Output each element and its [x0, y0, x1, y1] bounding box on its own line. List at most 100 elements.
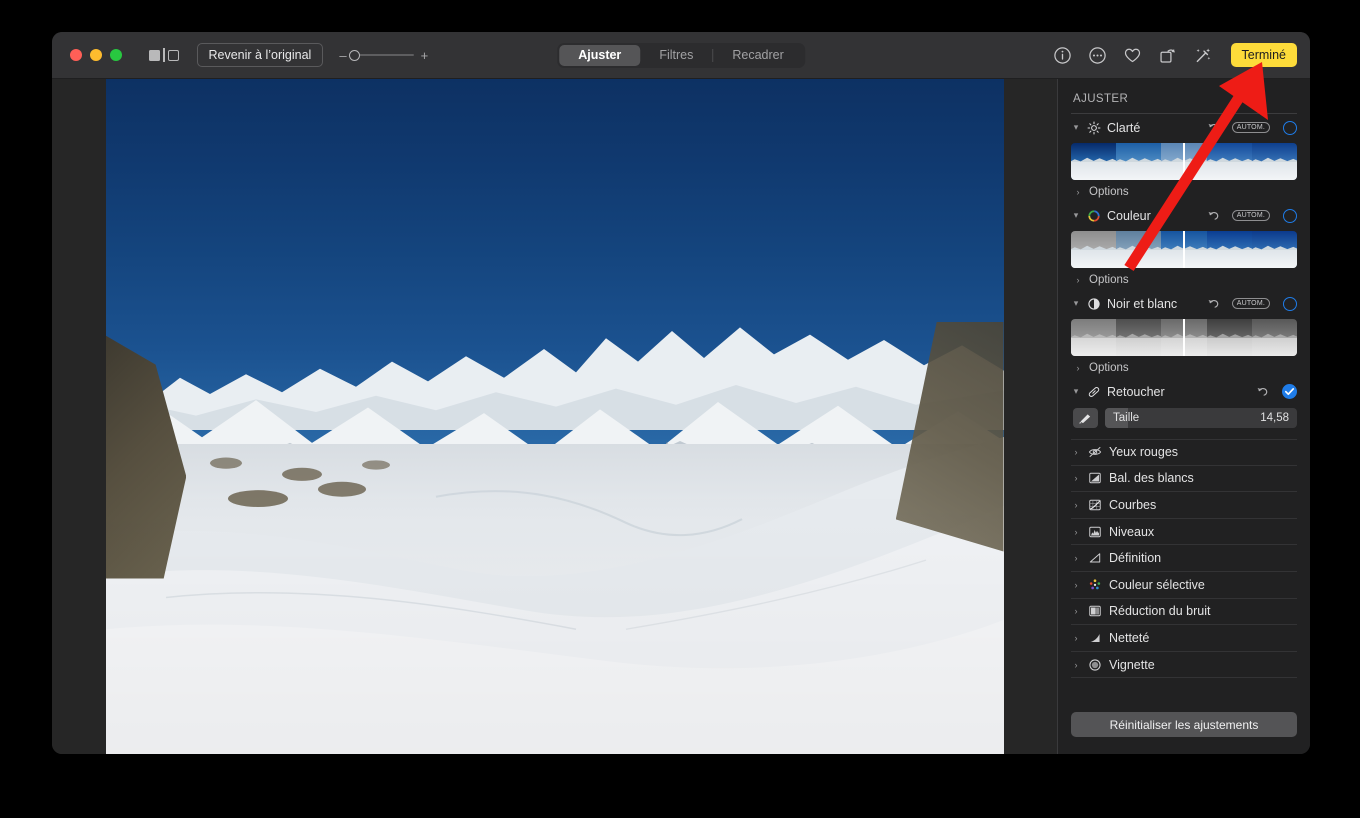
tab-filtres[interactable]: Filtres — [640, 45, 712, 66]
adjustment-row-couleur-selective[interactable]: › Couleur sélective — [1071, 572, 1297, 599]
adjustment-checkbox[interactable] — [1283, 120, 1297, 135]
couleur-options-toggle[interactable]: › Options — [1071, 270, 1297, 290]
chevron-down-icon[interactable]: ▾ — [1071, 298, 1081, 309]
filmstrip-thumb[interactable] — [1116, 319, 1162, 356]
chevron-down-icon[interactable]: ▾ — [1071, 122, 1081, 133]
adjustment-header-noir-et-blanc[interactable]: ▾ Noir et blanc AUTOM. — [1071, 290, 1297, 317]
chevron-right-icon[interactable]: › — [1071, 553, 1081, 563]
adjustment-label: Définition — [1109, 551, 1162, 566]
checkmark-icon — [1284, 388, 1295, 396]
filmstrip-position-marker[interactable] — [1183, 319, 1185, 356]
editor-mode-tabs: Ajuster Filtres Recadrer — [557, 42, 805, 68]
chevron-right-icon[interactable]: › — [1073, 363, 1083, 373]
favorite-heart-icon[interactable] — [1123, 46, 1142, 65]
photo-image[interactable] — [105, 79, 1004, 754]
couleur-filmstrip[interactable] — [1071, 231, 1297, 268]
retouch-size-slider[interactable]: Taille 14,58 — [1105, 408, 1297, 428]
zoom-slider-control[interactable]: – + — [339, 49, 428, 62]
collapsed-adjustments-list: › Yeux rouges › Bal. des blancs › Courbe… — [1071, 439, 1297, 679]
zoom-window-button[interactable] — [110, 49, 122, 61]
revert-to-original-button[interactable]: Revenir à l’original — [196, 43, 324, 67]
filmstrip-thumb[interactable] — [1206, 231, 1252, 268]
adjustment-header-couleur[interactable]: ▾ Couleur AUTOM. — [1071, 202, 1297, 229]
auto-badge[interactable]: AUTOM. — [1231, 209, 1270, 222]
zoom-out-icon[interactable]: – — [339, 49, 346, 62]
adjustment-header-clarte[interactable]: ▾ Clarté AUTOM. — [1071, 114, 1297, 141]
auto-enhance-wand-icon[interactable] — [1193, 46, 1212, 65]
adjustment-row-definition[interactable]: › Définition — [1071, 545, 1297, 572]
adjustment-checkbox-checked[interactable] — [1282, 384, 1297, 399]
compare-view-toggle[interactable] — [149, 48, 179, 62]
adjustment-label: Niveaux — [1109, 524, 1155, 539]
chevron-right-icon[interactable]: › — [1071, 473, 1081, 483]
zoom-slider-track[interactable] — [348, 49, 414, 61]
more-ellipsis-icon[interactable] — [1088, 46, 1107, 65]
zoom-slider-knob[interactable] — [348, 49, 360, 61]
chevron-right-icon[interactable]: › — [1071, 633, 1081, 643]
tab-recadrer[interactable]: Recadrer — [713, 45, 802, 66]
adjustment-checkbox[interactable] — [1283, 296, 1297, 311]
filmstrip-thumb[interactable] — [1206, 319, 1252, 356]
chevron-right-icon[interactable]: › — [1071, 580, 1081, 590]
clarte-options-toggle[interactable]: › Options — [1071, 182, 1297, 202]
chevron-right-icon[interactable]: › — [1073, 275, 1083, 285]
adjustment-row-reduction-du-bruit[interactable]: › Réduction du bruit — [1071, 599, 1297, 626]
filmstrip-thumb[interactable] — [1116, 143, 1162, 180]
info-icon[interactable] — [1053, 46, 1072, 65]
photos-editor-window: Revenir à l’original – + Ajuster Filtres… — [52, 32, 1310, 754]
adjustment-label: Courbes — [1109, 497, 1157, 512]
brush-tool-button[interactable] — [1073, 408, 1098, 428]
clarte-filmstrip[interactable] — [1071, 143, 1297, 180]
options-label: Options — [1089, 362, 1129, 374]
rotate-icon[interactable] — [1158, 46, 1177, 65]
chevron-right-icon[interactable]: › — [1071, 606, 1081, 616]
adjustment-header-retoucher[interactable]: ▾ Retoucher — [1071, 378, 1297, 405]
adjustment-checkbox[interactable] — [1283, 208, 1297, 223]
filmstrip-thumb[interactable] — [1071, 143, 1117, 180]
filmstrip-thumb[interactable] — [1251, 319, 1297, 356]
adjustment-label: Bal. des blancs — [1109, 471, 1194, 486]
filmstrip-thumb[interactable] — [1251, 231, 1297, 268]
filmstrip-position-marker[interactable] — [1183, 143, 1185, 180]
adjustment-row-courbes[interactable]: › Courbes — [1071, 492, 1297, 519]
noir-et-blanc-options-toggle[interactable]: › Options — [1071, 358, 1297, 378]
chevron-right-icon[interactable]: › — [1071, 447, 1081, 457]
filmstrip-thumb[interactable] — [1206, 143, 1252, 180]
close-window-button[interactable] — [70, 49, 82, 61]
reset-undo-icon[interactable] — [1207, 121, 1220, 134]
adjustment-row-vignette[interactable]: › Vignette — [1071, 652, 1297, 679]
reset-undo-icon[interactable] — [1256, 385, 1269, 398]
chevron-right-icon[interactable]: › — [1073, 187, 1083, 197]
auto-badge[interactable]: AUTOM. — [1231, 297, 1270, 310]
filmstrip-thumb[interactable] — [1251, 143, 1297, 180]
brush-icon — [1079, 414, 1091, 424]
chevron-down-icon[interactable]: ▾ — [1071, 386, 1081, 397]
noir-et-blanc-filmstrip[interactable] — [1071, 319, 1297, 356]
reset-undo-icon[interactable] — [1207, 209, 1220, 222]
adjust-sidebar: AJUSTER ▾ Clarté AUTOM. › Options ▾ Coul… — [1057, 79, 1310, 754]
panel-title: AJUSTER — [1073, 93, 1129, 105]
adjustment-row-nettete[interactable]: › Netteté — [1071, 625, 1297, 652]
chevron-down-icon[interactable]: ▾ — [1071, 210, 1081, 221]
adjustment-row-yeux-rouges[interactable]: › Yeux rouges — [1071, 439, 1297, 466]
tab-ajuster[interactable]: Ajuster — [559, 44, 641, 66]
adjustment-row-niveaux[interactable]: › Niveaux — [1071, 519, 1297, 546]
chevron-right-icon[interactable]: › — [1071, 527, 1081, 537]
adjustment-row-bal-des-blancs[interactable]: › Bal. des blancs — [1071, 466, 1297, 493]
adjustment-label: Retoucher — [1107, 384, 1165, 399]
chevron-right-icon[interactable]: › — [1071, 660, 1081, 670]
filmstrip-thumb[interactable] — [1071, 319, 1117, 356]
auto-badge[interactable]: AUTOM. — [1231, 121, 1270, 134]
zoom-in-icon[interactable]: + — [421, 49, 429, 62]
reset-section: Réinitialiser les ajustements — [1071, 712, 1297, 754]
minimize-window-button[interactable] — [90, 49, 102, 61]
reset-adjustments-button[interactable]: Réinitialiser les ajustements — [1071, 712, 1297, 737]
filmstrip-thumb[interactable] — [1116, 231, 1162, 268]
done-button[interactable]: Terminé — [1230, 43, 1297, 67]
reset-undo-icon[interactable] — [1207, 297, 1220, 310]
filmstrip-thumb[interactable] — [1071, 231, 1117, 268]
compare-filled-square-icon — [149, 49, 160, 61]
filmstrip-position-marker[interactable] — [1183, 231, 1185, 268]
chevron-right-icon[interactable]: › — [1071, 500, 1081, 510]
photo-canvas[interactable] — [52, 79, 1057, 754]
